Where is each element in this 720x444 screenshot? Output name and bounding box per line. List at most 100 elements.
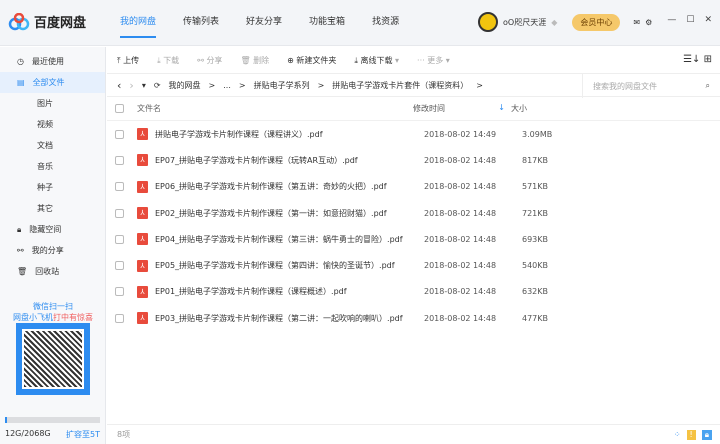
username[interactable]: oO咫尺天涯 xyxy=(503,17,546,28)
refresh-icon[interactable]: ⟳ xyxy=(154,81,161,90)
row-checkbox[interactable] xyxy=(115,129,124,139)
lock-icon: 🔒︎ xyxy=(17,224,22,234)
tab-friends-share[interactable]: 好友分享 xyxy=(246,0,282,46)
forward-icon[interactable]: › xyxy=(129,79,133,92)
file-size: 540KB xyxy=(522,261,549,271)
promo-qr[interactable]: 微信扫一扫 网盘小飞机打中有惊喜 xyxy=(8,301,98,389)
pdf-icon: ⅄ xyxy=(137,207,148,220)
avatar[interactable] xyxy=(478,12,498,32)
table-row[interactable]: ⅄ EP03_拼贴电子学游戏卡片制作课程（第二讲：一起吹响的喇叭）.pdf 2018… xyxy=(107,305,720,331)
file-name[interactable]: EP05_拼贴电子学游戏卡片制作课程（第四讲：愉快的圣诞节）.pdf xyxy=(155,260,424,271)
share-icon: ⚯ xyxy=(17,246,24,255)
lock-icon[interactable]: 🔒︎ xyxy=(701,429,712,440)
row-checkbox[interactable] xyxy=(115,287,124,297)
sidebar-item-torrents[interactable]: 种子 xyxy=(0,177,105,198)
tab-find-resources[interactable]: 找资源 xyxy=(372,0,399,46)
crumb-item[interactable]: 拼贴电子学系列 xyxy=(254,80,310,91)
file-size: 632KB xyxy=(522,287,549,297)
table-row[interactable]: ⅄ EP01_拼贴电子学游戏卡片制作课程（课程概述）.pdf 2018-08-02 … xyxy=(107,279,720,305)
more-button[interactable]: ··· 更多 ▾ xyxy=(417,55,450,66)
tab-transfer[interactable]: 传输列表 xyxy=(183,0,219,46)
file-name[interactable]: EP02_拼贴电子学游戏卡片制作课程（第一讲：如意招财猫）.pdf xyxy=(155,208,424,219)
select-all-checkbox[interactable] xyxy=(115,104,124,113)
pdf-icon: ⅄ xyxy=(137,233,148,246)
file-size: 571KB xyxy=(522,182,549,192)
row-checkbox[interactable] xyxy=(115,208,124,218)
expand-link[interactable]: 扩容至5T xyxy=(66,429,100,440)
table-row[interactable]: ⅄ EP06_拼贴电子学游戏卡片制作课程（第五讲：奇妙的火把）.pdf 2018-0… xyxy=(107,174,720,200)
sidebar-item-other[interactable]: 其它 xyxy=(0,198,105,219)
tab-my-disk[interactable]: 我的网盘 xyxy=(120,0,157,38)
table-row[interactable]: ⅄ EP02_拼贴电子学游戏卡片制作课程（第一讲：如意招财猫）.pdf 2018-0… xyxy=(107,200,720,226)
file-name[interactable]: EP04_拼贴电子学游戏卡片制作课程（第三讲：蜗牛勇士的冒险）.pdf xyxy=(155,234,424,245)
grid-icon[interactable]: ⁘ xyxy=(674,430,681,440)
col-time[interactable]: 修改时间 ↓ xyxy=(413,103,511,114)
file-icon: ▤ xyxy=(17,78,25,87)
file-time: 2018-08-02 14:48 xyxy=(424,208,497,218)
sidebar-item-recent[interactable]: ◷ 最近使用 xyxy=(0,51,105,72)
header: 百度网盘 我的网盘 传输列表 好友分享 功能宝箱 找资源 oO咫尺天涯 ◆ 会员… xyxy=(0,0,720,46)
row-checkbox[interactable] xyxy=(115,313,124,323)
sidebar-item-recycle[interactable]: 🗑︎ 回收站 xyxy=(0,261,105,282)
table-row[interactable]: ⅄ EP04_拼贴电子学游戏卡片制作课程（第三讲：蜗牛勇士的冒险）.pdf 2018… xyxy=(107,226,720,252)
sidebar-item-videos[interactable]: 视频 xyxy=(0,114,105,135)
crumb-item[interactable]: ... xyxy=(223,81,231,90)
file-size: 721KB xyxy=(522,208,549,218)
file-size: 693KB xyxy=(522,234,549,244)
delete-button[interactable]: 🗑︎ 删除 xyxy=(240,55,269,66)
crumb-item[interactable]: 拼贴电子学游戏卡片套件（课程资料） xyxy=(332,80,468,91)
clock-icon: ◷ xyxy=(17,57,24,66)
file-name[interactable]: EP06_拼贴电子学游戏卡片制作课程（第五讲：奇妙的火把）.pdf xyxy=(155,181,424,192)
file-name[interactable]: EP07_拼贴电子学游戏卡片制作课程（玩转AR互动）.pdf xyxy=(155,155,424,166)
download-button[interactable]: ⤓ 下载 xyxy=(157,55,179,66)
upload-button[interactable]: ⤒ 上传 xyxy=(117,55,139,66)
search-input[interactable]: 搜索我的网盘文件 ⌕ xyxy=(582,74,720,98)
table-row[interactable]: ⅄ 拼贴电子学游戏卡片制作课程（课程讲义）.pdf 2018-08-02 14:49… xyxy=(107,121,720,147)
table-row[interactable]: ⅄ EP07_拼贴电子学游戏卡片制作课程（玩转AR互动）.pdf 2018-08-0… xyxy=(107,147,720,173)
crumb-item[interactable]: 我的网盘 xyxy=(169,80,201,91)
toolbar: ⤒ 上传 ⤓ 下载 ⚯ 分享 🗑︎ 删除 ⊕ 新建文件夹 ⤓ 离线下载 ▾ ··… xyxy=(107,47,720,73)
file-name[interactable]: EP01_拼贴电子学游戏卡片制作课程（课程概述）.pdf xyxy=(155,286,424,297)
new-folder-button[interactable]: ⊕ 新建文件夹 xyxy=(287,55,336,66)
sidebar: ◷ 最近使用 ▤ 全部文件 图片 视频 文档 音乐 种子 其它 🔒︎ 隐藏空间 ⚯ 我的… xyxy=(0,47,106,444)
bulb-icon[interactable]: ! xyxy=(686,429,696,440)
file-time: 2018-08-02 14:49 xyxy=(424,129,497,139)
view-toggle-icons[interactable]: ☰↓ ⊞ xyxy=(683,54,712,65)
row-checkbox[interactable] xyxy=(115,155,124,165)
table-row[interactable]: ⅄ EP05_拼贴电子学游戏卡片制作课程（第四讲：愉快的圣诞节）.pdf 2018-… xyxy=(107,252,720,278)
file-time: 2018-08-02 14:48 xyxy=(424,261,497,271)
file-size: 477KB xyxy=(522,313,549,323)
table-header: 文件名 修改时间 ↓ 大小 xyxy=(107,97,720,121)
file-name[interactable]: 拼贴电子学游戏卡片制作课程（课程讲义）.pdf xyxy=(155,129,424,140)
close-icon[interactable]: ✕ xyxy=(704,15,712,25)
search-icon[interactable]: ⌕ xyxy=(706,81,710,91)
row-checkbox[interactable] xyxy=(115,261,124,271)
tab-toolbox[interactable]: 功能宝箱 xyxy=(309,0,345,46)
sidebar-item-my-share[interactable]: ⚯ 我的分享 xyxy=(0,240,105,261)
row-checkbox[interactable] xyxy=(115,234,124,244)
vip-center-button[interactable]: 会员中心 xyxy=(572,13,621,31)
logo: 百度网盘 xyxy=(8,12,86,31)
gear-icon[interactable]: ⚙ xyxy=(645,18,652,27)
pdf-icon: ⅄ xyxy=(137,180,148,193)
sidebar-item-hidden-space[interactable]: 🔒︎ 隐藏空间 xyxy=(0,219,105,240)
app-title: 百度网盘 xyxy=(34,16,87,31)
row-checkbox[interactable] xyxy=(115,182,124,192)
minimize-icon[interactable]: — xyxy=(667,15,676,25)
file-name[interactable]: EP03_拼贴电子学游戏卡片制作课程（第二讲：一起吹响的喇叭）.pdf xyxy=(155,313,424,324)
maximize-icon[interactable]: ☐ xyxy=(686,15,694,25)
col-size[interactable]: 大小 xyxy=(511,103,527,114)
sidebar-item-docs[interactable]: 文档 xyxy=(0,135,105,156)
sidebar-item-music[interactable]: 音乐 xyxy=(0,156,105,177)
col-name[interactable]: 文件名 xyxy=(137,103,413,114)
history-dropdown-icon[interactable]: ▾ xyxy=(142,81,146,90)
message-icon[interactable]: ✉ xyxy=(633,18,640,27)
back-icon[interactable]: ‹ xyxy=(117,79,121,92)
share-button[interactable]: ⚯ 分享 xyxy=(197,55,222,66)
sidebar-item-images[interactable]: 图片 xyxy=(0,93,105,114)
file-time: 2018-08-02 14:48 xyxy=(424,234,497,244)
sidebar-item-all-files[interactable]: ▤ 全部文件 xyxy=(0,72,105,93)
file-time: 2018-08-02 14:48 xyxy=(424,287,497,297)
offline-download-button[interactable]: ⤓ 离线下载 ▾ xyxy=(354,55,399,66)
pdf-icon: ⅄ xyxy=(137,312,148,325)
